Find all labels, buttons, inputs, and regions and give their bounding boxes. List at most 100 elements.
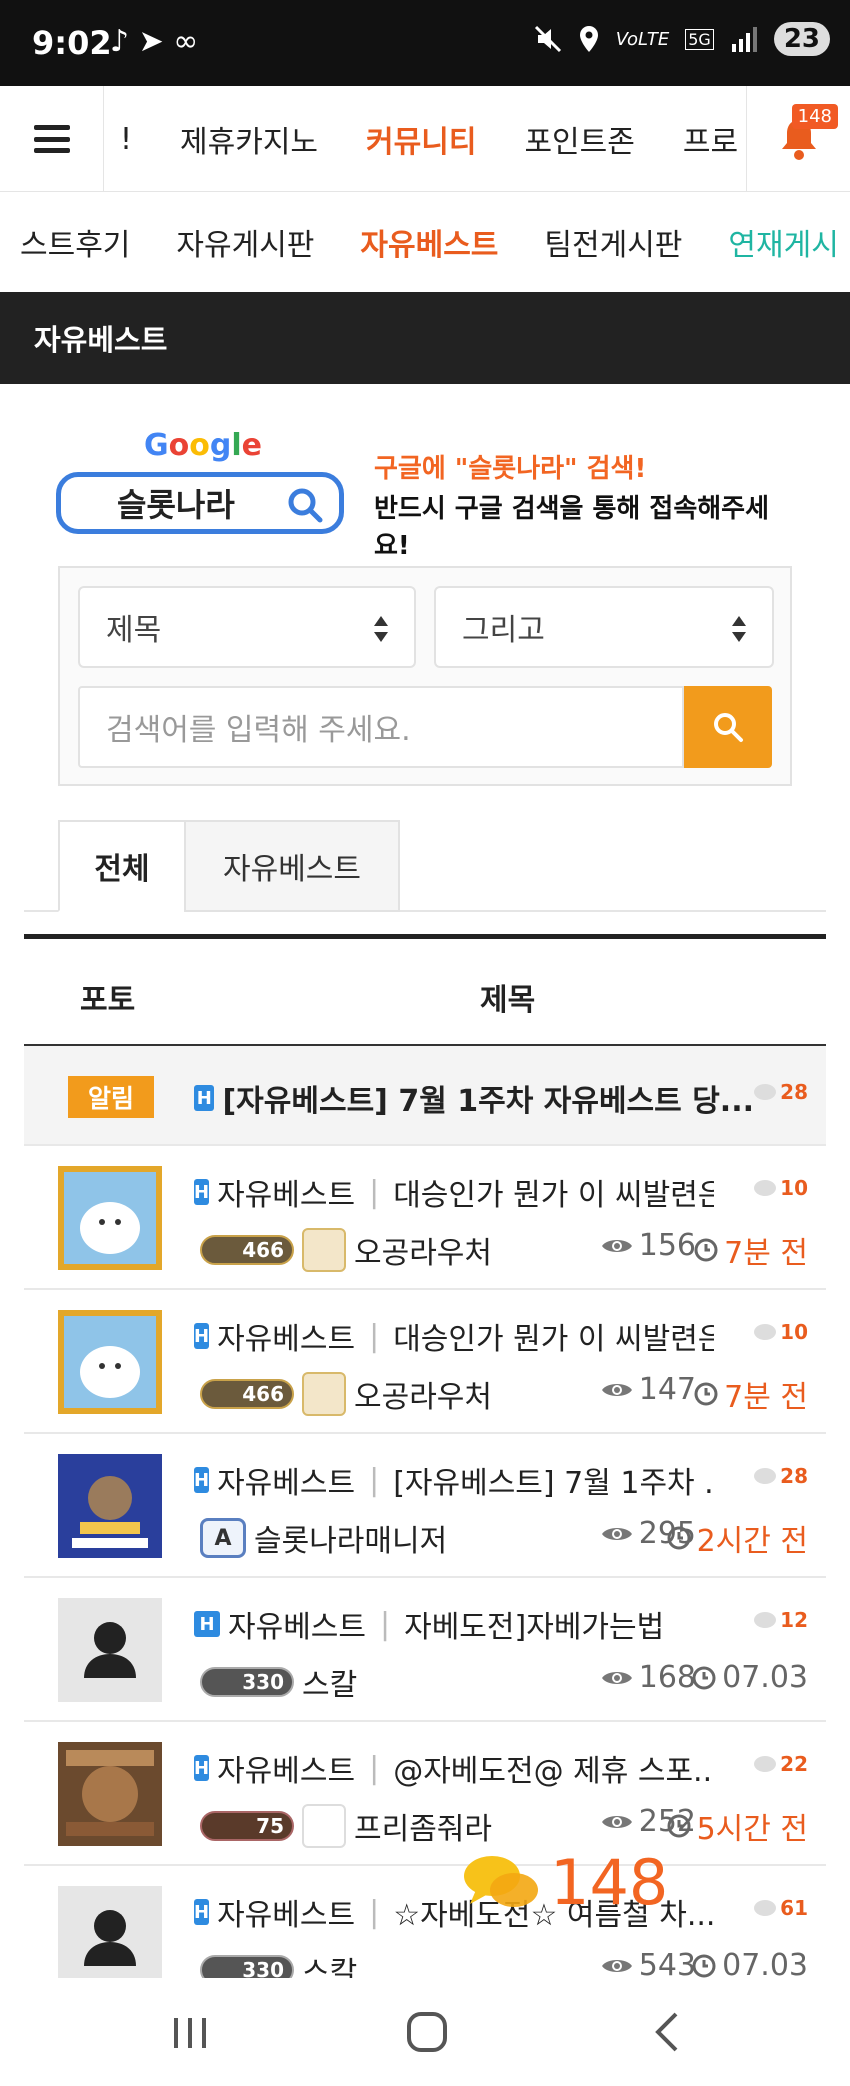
comment-count: 12 [754, 1608, 808, 1632]
post-category: 자유베스트 [217, 1178, 356, 1213]
sub-nav-item-free-board[interactable]: 자유게시판 [176, 220, 314, 264]
time-value: 07.03 [722, 1660, 808, 1695]
author-avatar [302, 1228, 346, 1272]
comment-count-value: 10 [780, 1176, 808, 1200]
notice-row[interactable]: 알림 H [자유베스트] 7월 1주차 자유베스트 당... 28 [24, 1046, 826, 1146]
post-title[interactable]: @자베도전@ 제휴 스포... [393, 1746, 714, 1790]
post-row[interactable]: H 자유베스트 | [자유베스트] 7월 1주차 ... 28 A 슬롯나라매니저… [24, 1434, 826, 1578]
comment-icon [754, 1612, 777, 1628]
level-badge: 75 [200, 1811, 294, 1841]
views-value: 156 [638, 1228, 696, 1263]
post-title[interactable]: 대승인가 뭔가 이 씨발련은 [393, 1170, 714, 1214]
top-nav-item-4[interactable]: 프로 [683, 117, 738, 161]
comment-count: 28 [754, 1464, 808, 1488]
search-button[interactable] [684, 686, 772, 768]
post-title-wrap: H 자유베스트 | 대승인가 뭔가 이 씨발련은 [194, 1314, 714, 1358]
eye-icon [601, 1527, 632, 1540]
comment-count: 61 [754, 1896, 808, 1920]
comment-count-value: 28 [780, 1464, 808, 1488]
sub-nav-item-free-best[interactable]: 자유베스트 [360, 220, 498, 264]
system-nav-bar [0, 1978, 850, 2086]
view-count: 147 [601, 1372, 696, 1407]
post-author[interactable]: 330 스칼 [200, 1660, 357, 1704]
post-category: 자유베스트 [217, 1322, 356, 1357]
post-row[interactable]: H 자유베스트 | @자베도전@ 제휴 스포... 22 75 프리좀줘라 252… [24, 1722, 826, 1866]
post-thumbnail [58, 1742, 162, 1846]
post-time: 5시간 전 [667, 1804, 808, 1848]
post-author[interactable]: 466 오공라우처 [200, 1228, 492, 1272]
chat-bubbles-icon [464, 1855, 538, 1907]
view-count: 156 [601, 1228, 696, 1263]
menu-button[interactable] [0, 86, 104, 192]
author-name: 오공라우처 [354, 1380, 492, 1415]
post-title[interactable]: [자유베스트] 7월 1주차 ... [393, 1458, 714, 1502]
post-thumbnail [58, 1166, 162, 1270]
sub-nav-item-review[interactable]: 스트후기 [20, 220, 130, 264]
search-panel: 제목 그리고 검색어를 입력해 주세요. [58, 566, 792, 786]
eye-icon [601, 1383, 632, 1396]
author-name: 슬롯나라매니저 [254, 1524, 448, 1559]
top-nav-item-point-zone[interactable]: 포인트존 [524, 117, 634, 161]
post-category: 자유베스트 [217, 1754, 356, 1789]
post-category: 자유베스트 [217, 1898, 356, 1933]
banner-headline: 구글에 "슬롯나라" 검색! [374, 454, 647, 484]
post-row[interactable]: H 자유베스트 | 자베도전]자베가는법 12 330 스칼 168 07.03 [24, 1578, 826, 1722]
signal-icon [731, 27, 757, 52]
post-title[interactable]: 자베도전]자베가는법 [404, 1602, 664, 1646]
sub-nav-item-team-board[interactable]: 팀전게시판 [544, 220, 682, 264]
post-title[interactable]: 대승인가 뭔가 이 씨발련은 [393, 1314, 714, 1358]
google-search-box: 슬롯나라 [56, 472, 344, 534]
recent-apps-icon[interactable] [170, 2012, 210, 2052]
comment-count: 22 [754, 1752, 808, 1776]
banner-subline: 반드시 구글 검색을 통해 접속해주세요! [374, 494, 770, 561]
comment-count: 28 [754, 1080, 808, 1104]
top-nav-item-community[interactable]: 커뮤니티 [366, 117, 476, 161]
post-author[interactable]: 75 프리좀줘라 [200, 1804, 492, 1848]
top-nav-item-0[interactable]: ! [120, 122, 132, 157]
search-input[interactable]: 검색어를 입력해 주세요. [78, 686, 684, 768]
volte-icon: VoLTE [615, 28, 670, 50]
post-author[interactable]: 330 스칼 [200, 1948, 357, 1978]
admin-badge: A [200, 1518, 246, 1558]
google-search-banner[interactable]: Google 슬롯나라 구글에 "슬롯나라" 검색! 반드시 구글 검색을 통해… [52, 428, 802, 561]
search-operator-value: 그리고 [462, 613, 545, 648]
comment-count-value: 28 [780, 1080, 808, 1104]
author-avatar [302, 1804, 346, 1848]
status-bar: 9:02 ♪ ➤ ∞ VoLTE 5G 23 [0, 0, 850, 86]
post-title-wrap: H 자유베스트 | @자베도전@ 제휴 스포... [194, 1746, 714, 1790]
comment-icon [754, 1084, 777, 1100]
post-row[interactable]: H 자유베스트 | ☆자베도전☆ 여름철 차... 61 330 스칼 543 0… [24, 1866, 826, 1978]
sub-nav-item-serial[interactable]: 연재게시 [728, 220, 838, 264]
tab-all[interactable]: 전체 [58, 820, 186, 912]
notice-title[interactable]: [자유베스트] 7월 1주차 자유베스트 당... [222, 1076, 754, 1120]
time-value: 7분 전 [724, 1380, 808, 1415]
clock-icon [694, 1238, 718, 1262]
search-operator-select[interactable]: 그리고 [434, 586, 774, 668]
app-notification-icons: ♪ ➤ ∞ [110, 24, 199, 59]
back-icon[interactable] [650, 2010, 684, 2054]
post-title-wrap: H 자유베스트 | 대승인가 뭔가 이 씨발련은 [194, 1170, 714, 1214]
network-label: 5G [685, 28, 714, 50]
top-nav-item-partner-casino[interactable]: 제휴카지노 [180, 117, 318, 161]
post-author[interactable]: 466 오공라우처 [200, 1372, 492, 1416]
floating-chat-button[interactable]: 148 [462, 1846, 668, 1919]
magnifier-icon [288, 488, 323, 523]
post-thumbnail [58, 1310, 162, 1414]
time-value: 5시간 전 [696, 1812, 808, 1847]
header-title: 제목 [480, 983, 536, 1018]
hot-icon: H [194, 1323, 210, 1349]
comment-count-value: 61 [780, 1896, 808, 1920]
post-row[interactable]: H 자유베스트 | 대승인가 뭔가 이 씨발련은 10 466 오공라우처 156… [24, 1146, 826, 1290]
hot-icon: H [194, 1611, 220, 1637]
search-field-select[interactable]: 제목 [78, 586, 416, 668]
post-row[interactable]: H 자유베스트 | 대승인가 뭔가 이 씨발련은 10 466 오공라우처 147… [24, 1290, 826, 1434]
clock-icon [667, 1814, 691, 1838]
select-arrows-icon [732, 616, 746, 642]
home-icon[interactable] [405, 2010, 449, 2054]
tab-free-best[interactable]: 자유베스트 [184, 820, 400, 912]
post-title-wrap: H 자유베스트 | [자유베스트] 7월 1주차 ... [194, 1458, 714, 1502]
notification-button[interactable]: 148 [746, 86, 850, 192]
post-thumbnail [58, 1454, 162, 1558]
post-author[interactable]: A 슬롯나라매니저 [200, 1516, 447, 1560]
comment-icon [754, 1900, 777, 1916]
